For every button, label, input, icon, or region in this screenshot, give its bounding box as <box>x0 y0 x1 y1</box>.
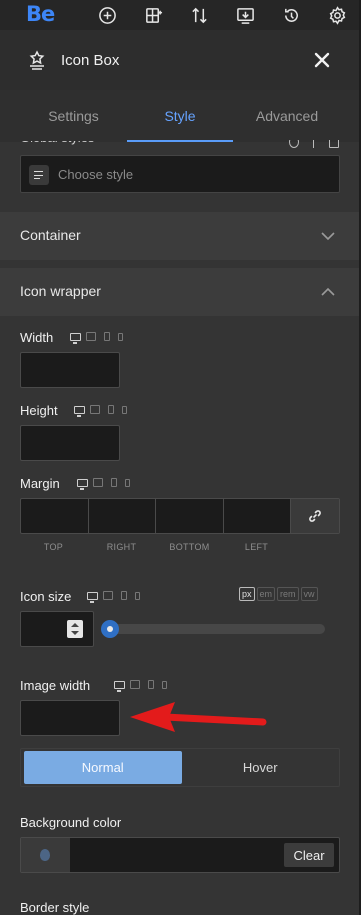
icon-size-input[interactable] <box>20 611 94 647</box>
background-color-picker[interactable]: Clear <box>20 837 340 873</box>
responsive-devices <box>114 680 167 692</box>
style-select-placeholder: Choose style <box>58 167 134 182</box>
active-tab-indicator <box>127 140 233 142</box>
mobile-icon[interactable] <box>135 591 140 600</box>
state-toggle: Normal Hover <box>20 748 340 787</box>
width-input[interactable] <box>20 352 120 388</box>
height-input[interactable] <box>20 425 120 461</box>
tab-style[interactable]: Style <box>127 90 233 142</box>
state-hover[interactable]: Hover <box>182 749 340 786</box>
background-color-label: Background color <box>20 815 122 830</box>
link-values-icon[interactable] <box>291 499 339 533</box>
responsive-devices <box>70 332 123 344</box>
tablet-icon[interactable] <box>90 405 100 414</box>
mobile-landscape-icon[interactable] <box>121 591 127 600</box>
sort-icon[interactable] <box>188 4 210 26</box>
mobile-icon[interactable] <box>122 405 127 414</box>
app-logo[interactable]: Be <box>26 2 55 26</box>
section-container-label: Container <box>20 227 81 243</box>
responsive-devices <box>87 591 140 603</box>
mobile-icon[interactable] <box>118 332 123 341</box>
margin-bottom-input[interactable] <box>156 499 224 533</box>
mobile-landscape-icon[interactable] <box>108 405 114 414</box>
add-style-icon[interactable] <box>313 140 315 148</box>
mobile-landscape-icon[interactable] <box>148 680 154 689</box>
settings-icon[interactable] <box>326 4 348 26</box>
desktop-icon[interactable] <box>77 478 88 490</box>
global-styles-actions <box>289 140 339 148</box>
margin-top-input[interactable] <box>21 499 89 533</box>
stepper-arrows-icon[interactable] <box>67 620 83 638</box>
desktop-icon[interactable] <box>87 591 98 603</box>
chevron-down-icon <box>320 228 336 244</box>
close-icon[interactable] <box>310 48 334 72</box>
unit-vw[interactable]: vw <box>300 587 318 601</box>
mobile-landscape-icon[interactable] <box>104 332 110 341</box>
margin-top-label: TOP <box>43 542 64 552</box>
tablet-icon[interactable] <box>103 591 113 600</box>
margin-bottom-label: BOTTOM <box>169 542 210 552</box>
icon-size-slider[interactable] <box>103 624 325 634</box>
height-label: Height <box>20 403 58 418</box>
panel-header: Icon Box <box>0 30 361 90</box>
responsive-devices <box>74 405 127 417</box>
margin-left-input[interactable] <box>224 499 291 533</box>
navigator-icon[interactable] <box>142 4 164 26</box>
slider-handle[interactable] <box>101 620 119 638</box>
tablet-icon[interactable] <box>86 332 96 341</box>
responsive-devices <box>77 478 130 490</box>
unit-rem[interactable]: rem <box>277 587 299 601</box>
unit-em[interactable]: em <box>256 587 276 601</box>
margin-right-input[interactable] <box>89 499 156 533</box>
droplet-icon <box>40 849 50 861</box>
unit-px[interactable]: px <box>239 587 255 601</box>
margin-inputs <box>20 498 340 534</box>
margin-right-label: RIGHT <box>106 542 137 552</box>
border-style-label: Border style <box>20 900 90 915</box>
templates-icon[interactable] <box>234 4 256 26</box>
panel-title: Icon Box <box>61 52 120 69</box>
tablet-icon[interactable] <box>93 478 103 487</box>
mobile-icon[interactable] <box>125 478 130 487</box>
top-toolbar: Be <box>0 0 361 30</box>
style-select[interactable]: Choose style <box>20 155 340 193</box>
section-container[interactable]: Container <box>0 212 361 260</box>
width-label: Width <box>20 330 54 345</box>
section-icon-wrapper[interactable]: Icon wrapper <box>0 268 361 316</box>
state-normal[interactable]: Normal <box>24 751 182 784</box>
list-icon <box>29 165 49 185</box>
icon-box-icon <box>27 50 47 70</box>
image-width-label: Image width <box>20 678 91 693</box>
margin-label: Margin <box>20 476 60 491</box>
panel-tabs: Settings Style Advanced <box>0 90 361 142</box>
icon-size-label: Icon size <box>20 589 72 604</box>
clear-color-button[interactable]: Clear <box>284 843 334 867</box>
tab-advanced[interactable]: Advanced <box>233 90 341 142</box>
history-icon[interactable] <box>280 4 302 26</box>
annotation-arrow <box>125 700 270 734</box>
desktop-icon[interactable] <box>74 405 85 417</box>
info-icon[interactable] <box>289 140 299 148</box>
desktop-icon[interactable] <box>114 680 125 692</box>
tablet-icon[interactable] <box>130 680 140 689</box>
tab-settings[interactable]: Settings <box>0 90 147 142</box>
mobile-icon[interactable] <box>162 680 167 689</box>
desktop-icon[interactable] <box>70 332 81 344</box>
image-width-input[interactable] <box>20 700 120 736</box>
color-swatch[interactable] <box>21 838 70 872</box>
margin-left-label: LEFT <box>244 542 269 552</box>
mobile-landscape-icon[interactable] <box>111 478 117 487</box>
add-element-icon[interactable] <box>96 4 118 26</box>
edit-style-icon[interactable] <box>329 140 339 148</box>
chevron-up-icon <box>320 284 336 300</box>
section-icon-wrapper-label: Icon wrapper <box>20 283 101 299</box>
unit-selector: px em rem vw <box>239 587 318 601</box>
